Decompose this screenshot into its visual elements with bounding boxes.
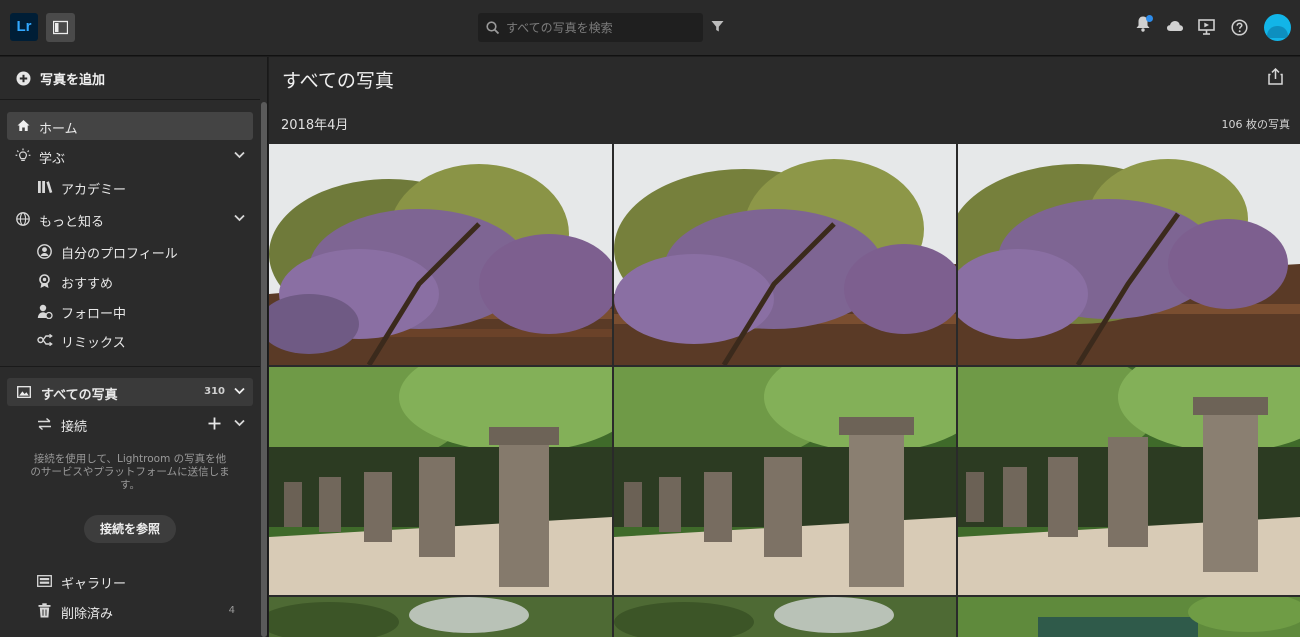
lightroom-logo[interactable]: Lr	[10, 13, 38, 41]
photo-image	[269, 367, 612, 595]
photo-thumbnail[interactable]	[958, 367, 1300, 595]
remix-icon	[37, 334, 53, 346]
top-bar: Lr	[0, 0, 1300, 56]
photo-thumbnail[interactable]	[614, 144, 956, 365]
main-content: すべての写真 2018年4月 106 枚の写真	[269, 57, 1300, 637]
sidebar-item-deleted-label: 削除済み	[61, 607, 114, 622]
sidebar-item-remix-label: リミックス	[61, 336, 126, 351]
photo-thumbnail[interactable]	[958, 597, 1300, 637]
sidebar-item-gallery-label: ギャラリー	[61, 577, 127, 592]
sidebar-item-connections[interactable]: 接続	[7, 410, 253, 438]
photo-image	[614, 144, 956, 365]
search-input[interactable]	[506, 18, 696, 38]
swap-arrows-icon	[38, 418, 51, 430]
connections-help-text: 接続を使用して、Lightroom の写真を他のサービスやプラットフォームに送信…	[30, 453, 230, 491]
search-box[interactable]	[478, 13, 703, 42]
photo-count: 106 枚の写真	[1221, 118, 1291, 131]
page-title: すべての写真	[282, 70, 394, 92]
photo-grid	[269, 144, 1300, 637]
sidebar-item-recommended[interactable]: おすすめ	[7, 267, 253, 295]
sidebar-item-following[interactable]: フォロー中	[7, 297, 253, 325]
award-icon	[39, 274, 50, 288]
photo-image	[269, 144, 612, 365]
chevron-down-icon[interactable]	[234, 419, 245, 427]
panel-toggle-button[interactable]	[46, 13, 75, 42]
present-icon[interactable]	[1198, 19, 1215, 35]
image-icon	[17, 386, 31, 398]
divider	[0, 366, 260, 367]
user-circle-icon	[37, 244, 52, 259]
chevron-down-icon[interactable]	[234, 387, 245, 395]
sidebar-item-connections-label: 接続	[61, 420, 88, 435]
books-icon	[38, 181, 53, 193]
sidebar-item-following-label: フォロー中	[61, 307, 127, 322]
search-icon	[486, 21, 500, 35]
sidebar-item-home[interactable]: ホーム	[7, 112, 253, 140]
photo-thumbnail[interactable]	[614, 367, 956, 595]
cloud-icon[interactable]	[1166, 20, 1184, 32]
panel-toggle-icon	[53, 20, 68, 35]
sidebar-item-academy-label: アカデミー	[61, 183, 127, 198]
photo-thumbnail[interactable]	[269, 597, 612, 637]
sidebar-item-learn[interactable]: 学ぶ	[7, 142, 253, 170]
photo-thumbnail[interactable]	[614, 597, 956, 637]
sidebar-item-remix[interactable]: リミックス	[7, 326, 253, 354]
filter-icon[interactable]	[711, 20, 724, 33]
sidebar-item-recommended-label: おすすめ	[61, 277, 114, 292]
notification-dot	[1146, 15, 1153, 22]
gallery-icon	[37, 575, 52, 587]
globe-icon	[16, 212, 30, 226]
photo-image	[958, 144, 1300, 365]
sidebar-item-discover[interactable]: もっと知る	[7, 205, 253, 233]
sidebar-item-academy[interactable]: アカデミー	[7, 173, 253, 201]
sidebar-item-deleted[interactable]: 削除済み 4	[7, 597, 253, 625]
browse-connections-button[interactable]: 接続を参照	[84, 515, 176, 543]
sidebar-item-discover-label: もっと知る	[39, 215, 105, 230]
lightbulb-icon	[15, 148, 31, 161]
photo-image	[614, 597, 956, 637]
user-follow-icon	[37, 304, 53, 319]
sidebar-item-learn-label: 学ぶ	[39, 152, 66, 167]
add-photos-button[interactable]: 写真を追加	[0, 57, 260, 100]
trash-icon	[38, 603, 51, 618]
plus-circle-icon	[16, 71, 31, 86]
plus-icon[interactable]	[208, 417, 221, 430]
photo-image	[958, 367, 1300, 595]
sidebar-scrollbar[interactable]	[261, 102, 267, 637]
sidebar-item-gallery[interactable]: ギャラリー	[7, 567, 253, 595]
photo-image	[269, 597, 612, 637]
sidebar-item-home-label: ホーム	[39, 122, 78, 137]
home-icon	[17, 120, 30, 131]
date-group-header: 2018年4月	[281, 118, 349, 133]
photo-thumbnail[interactable]	[269, 367, 612, 595]
photo-thumbnail[interactable]	[958, 144, 1300, 365]
all-photos-count: 310	[204, 386, 225, 397]
sidebar-item-all-photos-label: すべての写真	[41, 388, 118, 403]
deleted-count: 4	[228, 605, 235, 616]
avatar[interactable]	[1264, 14, 1291, 41]
sidebar-item-profile[interactable]: 自分のプロフィール	[7, 237, 253, 265]
add-photos-label: 写真を追加	[40, 73, 106, 88]
photo-image	[958, 597, 1300, 637]
sidebar: 写真を追加 ホーム 学ぶ アカデミー もっと知る 自分のプロフィール おすすめ …	[0, 57, 268, 637]
help-icon[interactable]	[1231, 19, 1248, 36]
photo-thumbnail[interactable]	[269, 144, 612, 365]
chevron-down-icon[interactable]	[234, 151, 245, 159]
sidebar-item-all-photos[interactable]: すべての写真 310	[7, 378, 253, 406]
sidebar-item-profile-label: 自分のプロフィール	[61, 247, 178, 262]
chevron-down-icon[interactable]	[234, 214, 245, 222]
photo-image	[614, 367, 956, 595]
share-icon[interactable]	[1268, 68, 1283, 85]
